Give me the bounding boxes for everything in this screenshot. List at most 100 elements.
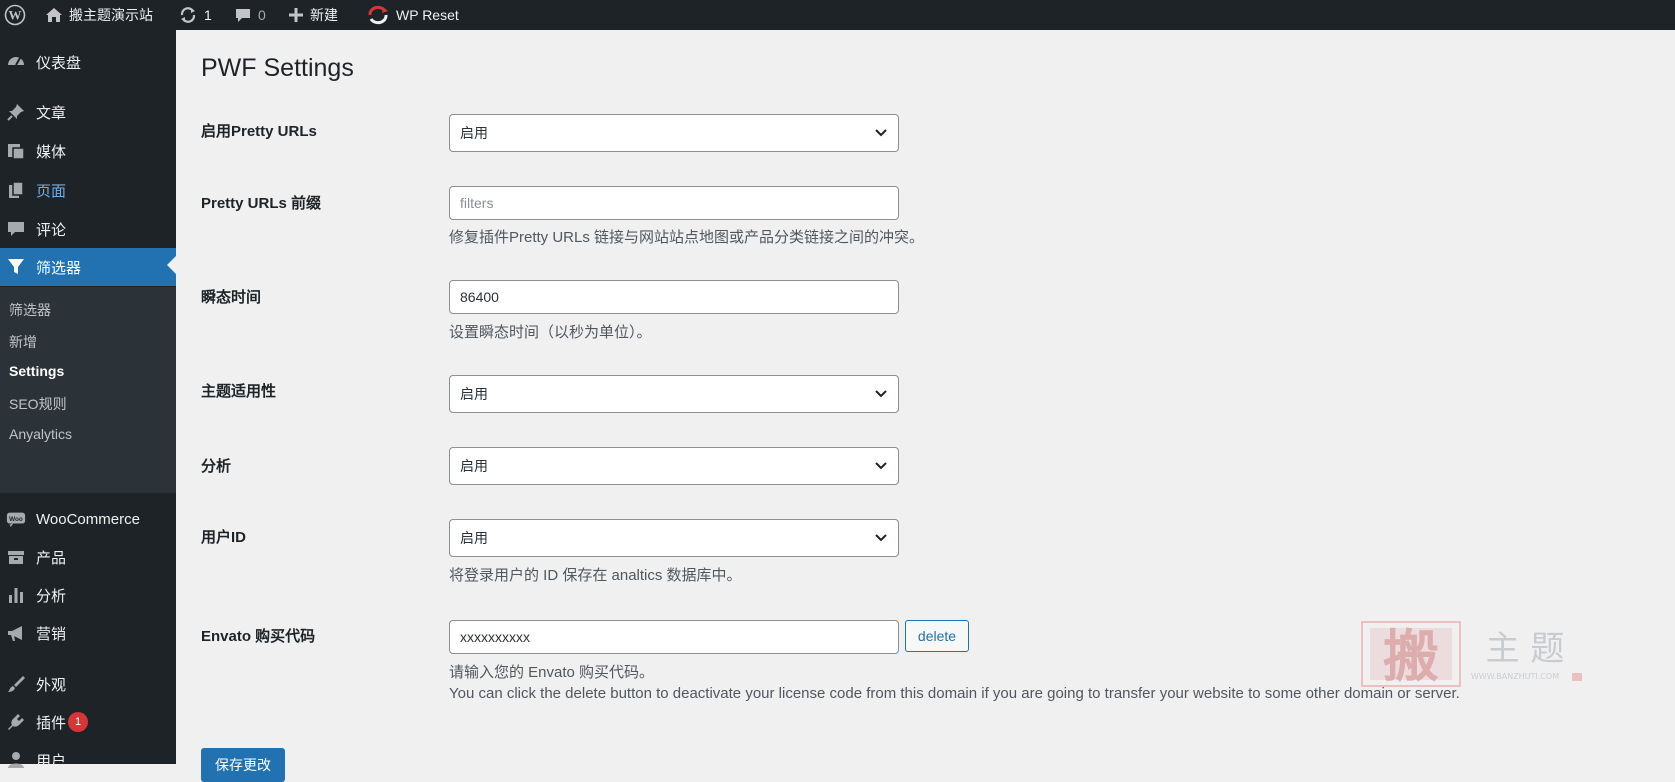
watermark-logo: 搬 主 题 WWW.BANZHUTI.COM — [1360, 620, 1590, 690]
menu-item-comments[interactable]: 评论 — [0, 212, 176, 246]
admin-sidebar: 仪表盘 文章 媒体 页面 评论 筛选器 筛选器 新增 Settings SEO规… — [0, 30, 176, 770]
theme-compat-label: 主题适用性 — [201, 383, 277, 400]
svg-text:Woo: Woo — [9, 516, 23, 523]
dashboard-icon — [6, 52, 26, 72]
wordpress-logo-icon[interactable]: W — [4, 0, 26, 30]
watermark-url: WWW.BANZHUTI.COM — [1471, 672, 1559, 681]
submenu-item-add-new[interactable]: 新增 — [9, 332, 37, 352]
menu-label: 页面 — [36, 182, 67, 200]
wp-reset-link[interactable]: WP Reset — [366, 0, 459, 30]
menu-item-woocommerce[interactable]: Woo WooCommerce — [0, 502, 176, 536]
prefix-placeholder: filters — [460, 195, 494, 211]
archive-icon — [6, 547, 26, 567]
plus-icon — [289, 8, 303, 22]
select-value: 启用 — [460, 125, 488, 141]
menu-label: 分析 — [36, 587, 67, 605]
menu-label: 文章 — [36, 104, 67, 122]
chevron-down-icon — [875, 390, 887, 398]
site-name: 搬主题演示站 — [69, 7, 153, 23]
page-icon — [6, 180, 26, 200]
submenu-item-seo-rules[interactable]: SEO规则 — [9, 394, 67, 414]
comments-link[interactable]: 0 — [234, 0, 266, 30]
menu-item-pages[interactable]: 页面 — [0, 173, 176, 207]
admin-bar: W 搬主题演示站 1 0 新建 WP Reset — [0, 0, 1675, 30]
filter-icon — [6, 257, 26, 277]
wp-reset-label: WP Reset — [396, 7, 459, 23]
delete-license-button[interactable]: delete — [905, 620, 969, 652]
prefix-description: 修复插件Pretty URLs 链接与网站站点地图或产品分类链接之间的冲突。 — [449, 229, 925, 246]
menu-label: 营销 — [36, 625, 67, 643]
transient-value: 86400 — [460, 289, 499, 305]
menu-item-appearance[interactable]: 外观 — [0, 667, 176, 701]
envato-code-value: xxxxxxxxxx — [460, 629, 530, 645]
chevron-down-icon — [875, 534, 887, 542]
envato-label: Envato 购买代码 — [201, 628, 316, 645]
chevron-down-icon — [875, 129, 887, 137]
menu-item-dashboard[interactable]: 仪表盘 — [0, 45, 176, 79]
theme-compat-select[interactable]: 启用 — [449, 375, 899, 413]
transient-label: 瞬态时间 — [201, 289, 262, 306]
envato-description: 请输入您的 Envato 购买代码。 — [449, 664, 655, 681]
svg-text:W: W — [9, 8, 22, 23]
filters-submenu: 筛选器 新增 Settings SEO规则 Anyalytics — [0, 287, 176, 493]
menu-label: WooCommerce — [36, 510, 140, 528]
menu-label: 外观 — [36, 676, 67, 694]
media-icon — [6, 141, 26, 161]
pretty-urls-select[interactable]: 启用 — [449, 114, 899, 152]
menu-label: 媒体 — [36, 143, 67, 161]
chart-bar-icon — [6, 585, 26, 605]
user-id-select[interactable]: 启用 — [449, 519, 899, 557]
watermark-text: 主 题 — [1486, 629, 1565, 669]
menu-item-marketing[interactable]: 营销 — [0, 616, 176, 650]
comments-count: 0 — [258, 7, 266, 23]
save-changes-button[interactable]: 保存更改 — [201, 748, 285, 782]
analytics-label: 分析 — [201, 458, 232, 475]
megaphone-icon — [6, 623, 26, 643]
comment-bubble-icon — [236, 8, 250, 22]
pushpin-icon — [6, 102, 26, 122]
transient-input[interactable]: 86400 — [449, 280, 899, 314]
user-id-description: 将登录用户的 ID 保存在 analtics 数据库中。 — [449, 567, 742, 584]
new-content-link[interactable]: 新建 — [288, 0, 338, 30]
envato-delete-note: You can click the delete button to deact… — [449, 685, 1460, 702]
menu-label: 用户 — [36, 752, 67, 770]
menu-label: 仪表盘 — [36, 54, 82, 72]
user-icon — [6, 750, 26, 770]
submenu-item-settings[interactable]: Settings — [9, 363, 64, 379]
menu-item-filters[interactable]: 筛选器 — [0, 248, 176, 286]
menu-label: 产品 — [36, 549, 67, 567]
envato-code-input[interactable]: xxxxxxxxxx — [449, 620, 899, 654]
site-name-link[interactable]: 搬主题演示站 — [45, 0, 153, 30]
updates-icon — [180, 7, 196, 23]
wp-reset-icon — [368, 5, 388, 25]
user-id-label: 用户ID — [201, 529, 247, 546]
prefix-input[interactable]: filters — [449, 186, 899, 220]
menu-item-posts[interactable]: 文章 — [0, 95, 176, 129]
plugin-icon — [6, 712, 26, 732]
plugins-update-badge: 1 — [68, 712, 89, 732]
menu-item-media[interactable]: 媒体 — [0, 134, 176, 168]
select-value: 启用 — [460, 530, 488, 546]
new-label: 新建 — [310, 7, 338, 23]
updates-count: 1 — [204, 7, 212, 23]
submenu-item-filters[interactable]: 筛选器 — [9, 300, 51, 320]
menu-label: 筛选器 — [36, 259, 82, 277]
watermark-glyph: 搬 — [1383, 625, 1439, 690]
menu-item-products[interactable]: 产品 — [0, 540, 176, 574]
brush-icon — [6, 674, 26, 694]
menu-label: 评论 — [36, 221, 67, 239]
page-title: PWF Settings — [201, 54, 354, 82]
comment-icon — [6, 219, 26, 239]
menu-item-plugins[interactable]: 插件 1 — [0, 705, 176, 739]
analytics-select[interactable]: 启用 — [449, 447, 899, 485]
submenu-item-analytics[interactable]: Anyalytics — [9, 426, 72, 442]
select-value: 启用 — [460, 458, 488, 474]
transient-description: 设置瞬态时间（以秒为单位）。 — [449, 324, 652, 341]
chevron-down-icon — [875, 462, 887, 470]
updates-link[interactable]: 1 — [178, 0, 212, 30]
home-icon — [46, 8, 62, 22]
select-value: 启用 — [460, 386, 488, 402]
menu-item-analytics[interactable]: 分析 — [0, 578, 176, 612]
prefix-label: Pretty URLs 前缀 — [201, 195, 322, 212]
menu-item-users[interactable]: 用户 — [0, 743, 176, 777]
